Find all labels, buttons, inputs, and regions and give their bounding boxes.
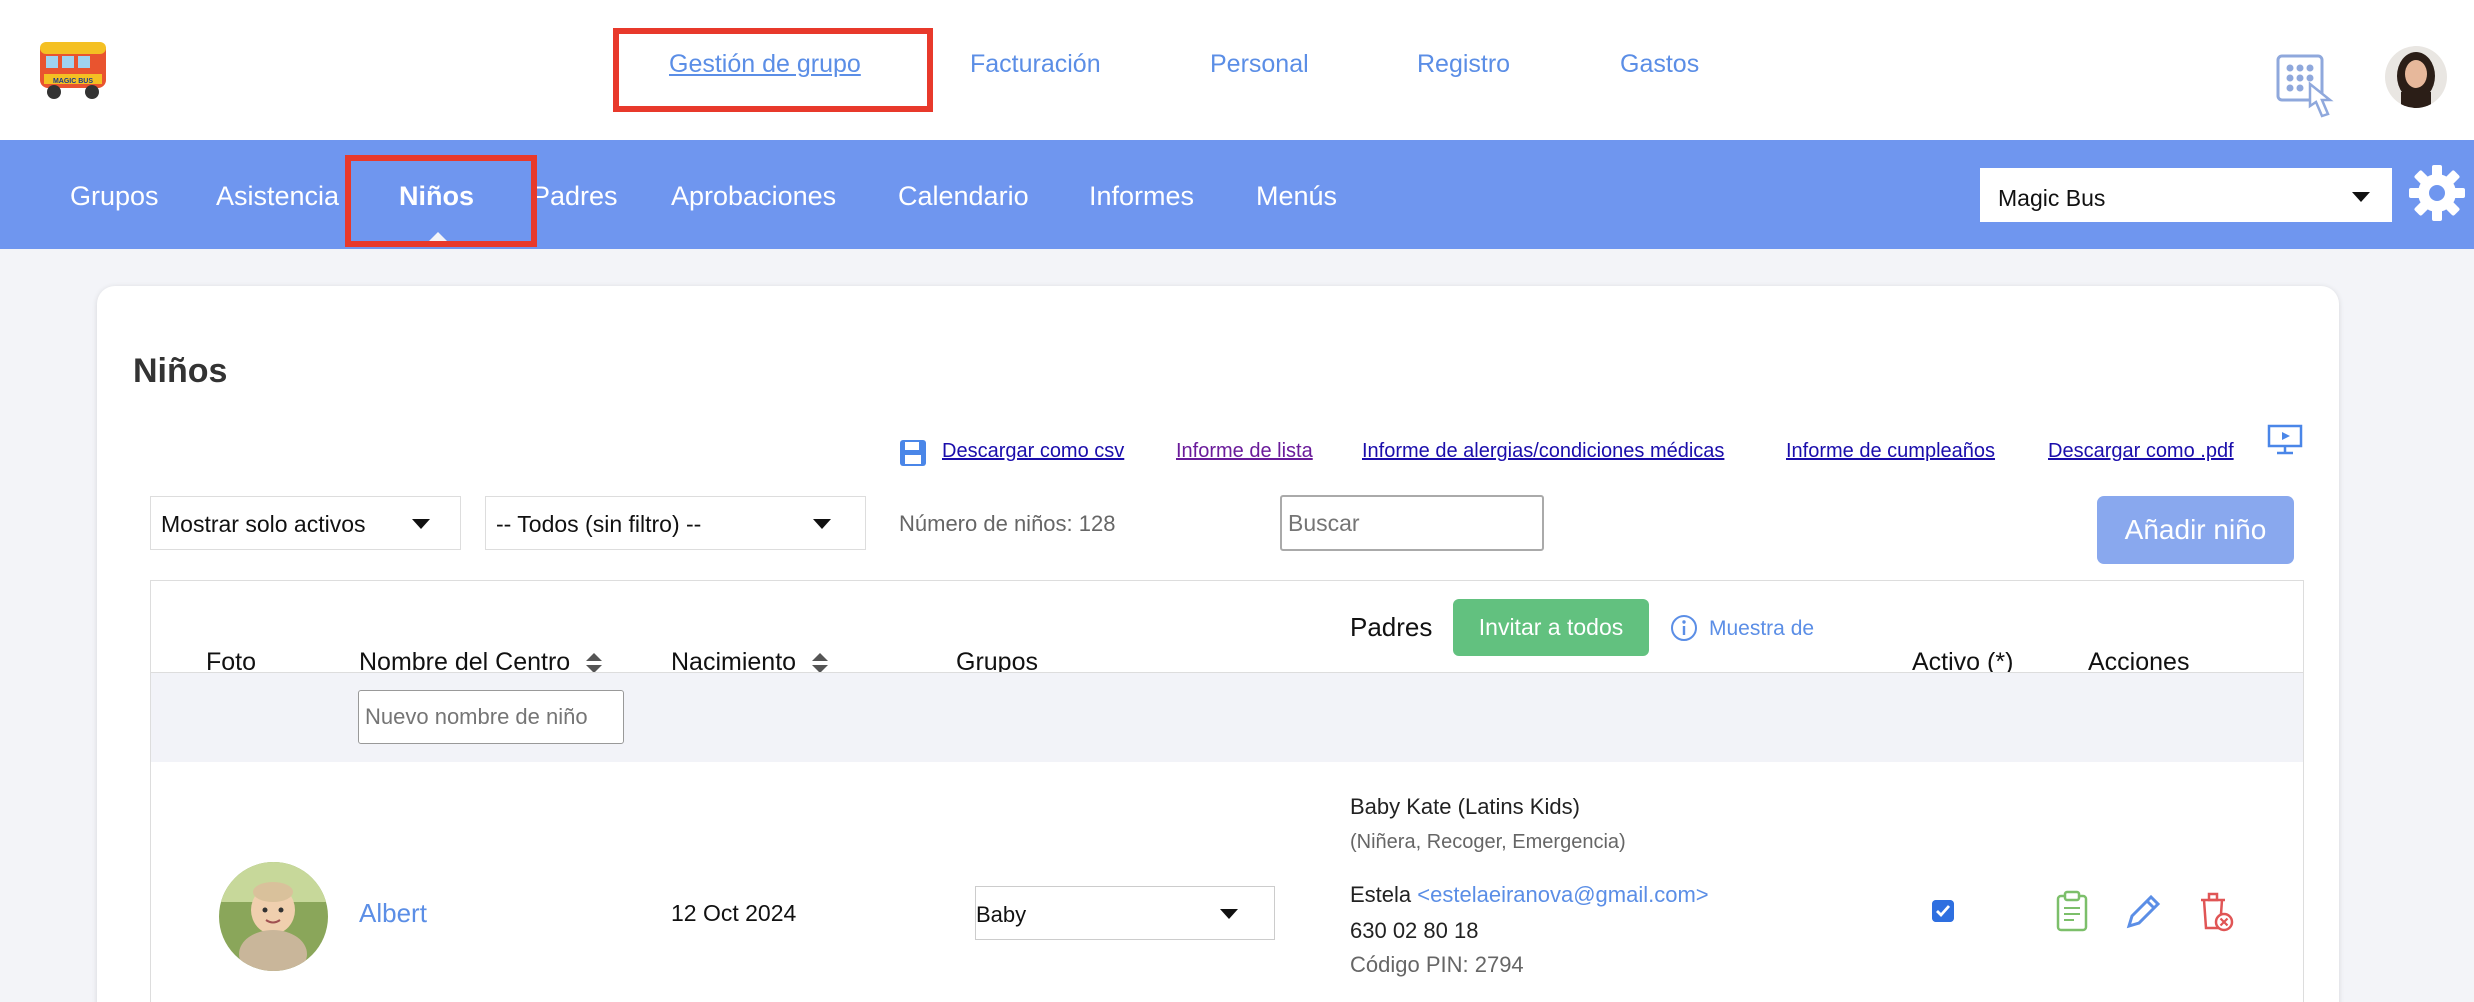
floppy-disk-icon[interactable] bbox=[898, 438, 928, 468]
contact-2-line: Estela <estelaeiranova@gmail.com> bbox=[1350, 882, 1709, 908]
column-header-padres: Padres bbox=[1350, 612, 1433, 642]
child-group-select[interactable]: Baby bbox=[975, 886, 1275, 940]
invite-all-button[interactable]: Invitar a todos bbox=[1453, 599, 1649, 656]
contact-2-email-link[interactable]: <estelaeiranova@gmail.com> bbox=[1417, 882, 1708, 907]
edit-pencil-icon[interactable] bbox=[2123, 890, 2163, 934]
active-checkbox[interactable] bbox=[1932, 900, 1954, 922]
search-input[interactable] bbox=[1280, 495, 1544, 551]
highlight-box-tab bbox=[345, 155, 537, 247]
chevron-down-icon bbox=[1220, 909, 1238, 919]
nav-registro[interactable]: Registro bbox=[1417, 50, 1510, 79]
list-report-link[interactable]: Informe de lista bbox=[1176, 440, 1313, 463]
gear-icon[interactable] bbox=[2407, 163, 2467, 223]
status-filter-value: Mostrar solo activos bbox=[161, 511, 366, 537]
svg-text:MAGIC BUS: MAGIC BUS bbox=[53, 78, 93, 85]
allergies-report-link[interactable]: Informe de alergias/condiciones médicas bbox=[1362, 440, 1724, 463]
nav-facturacion[interactable]: Facturación bbox=[970, 50, 1101, 79]
status-filter-select[interactable]: Mostrar solo activos bbox=[150, 496, 461, 550]
user-avatar[interactable] bbox=[2385, 46, 2447, 108]
contact-1-roles: (Niñera, Recoger, Emergencia) bbox=[1350, 831, 1626, 853]
chevron-down-icon bbox=[813, 519, 831, 529]
download-csv-link[interactable]: Descargar como csv bbox=[942, 440, 1124, 463]
delete-trash-icon[interactable] bbox=[2195, 890, 2235, 934]
center-select-value: Magic Bus bbox=[1998, 185, 2106, 211]
download-pdf-link[interactable]: Descargar como .pdf bbox=[2048, 440, 2234, 463]
child-birthdate: 12 Oct 2024 bbox=[671, 900, 797, 926]
children-count: Número de niños: 128 bbox=[899, 511, 1116, 536]
group-filter-value: -- Todos (sin filtro) -- bbox=[496, 511, 702, 537]
child-name-link[interactable]: Albert bbox=[359, 898, 427, 929]
clipboard-icon[interactable] bbox=[2052, 890, 2092, 934]
nav-personal[interactable]: Personal bbox=[1210, 50, 1309, 79]
contact-2-phone: 630 02 80 18 bbox=[1350, 918, 1479, 943]
nav-gastos[interactable]: Gastos bbox=[1620, 50, 1699, 79]
contact-2-name: Estela bbox=[1350, 882, 1412, 907]
chevron-down-icon bbox=[2352, 192, 2370, 202]
tab-asistencia[interactable]: Asistencia bbox=[216, 181, 339, 212]
presentation-screen-icon[interactable] bbox=[2267, 424, 2303, 456]
add-child-button[interactable]: Añadir niño bbox=[2097, 496, 2294, 564]
keypad-touch-icon[interactable] bbox=[2276, 54, 2336, 120]
contact-2-pin: Código PIN: 2794 bbox=[1350, 952, 1524, 977]
top-header: MAGIC BUS Gestión de grupo Facturación P… bbox=[0, 0, 2474, 140]
tab-calendario[interactable]: Calendario bbox=[898, 181, 1029, 212]
tab-informes[interactable]: Informes bbox=[1089, 181, 1194, 212]
center-select[interactable]: Magic Bus bbox=[1980, 168, 2392, 222]
tab-aprobaciones[interactable]: Aprobaciones bbox=[671, 181, 836, 212]
birthday-report-link[interactable]: Informe de cumpleaños bbox=[1786, 440, 1995, 463]
magic-bus-logo[interactable]: MAGIC BUS bbox=[38, 34, 110, 102]
highlight-box-nav bbox=[613, 28, 933, 112]
tab-grupos[interactable]: Grupos bbox=[70, 181, 159, 212]
new-child-name-input[interactable] bbox=[358, 690, 624, 744]
tab-menus[interactable]: Menús bbox=[1256, 181, 1337, 212]
contact-1-name: Baby Kate (Latins Kids) bbox=[1350, 794, 1580, 819]
info-icon[interactable] bbox=[1670, 614, 1698, 642]
tab-padres[interactable]: Padres bbox=[532, 181, 618, 212]
chevron-down-icon bbox=[412, 519, 430, 529]
group-filter-select[interactable]: -- Todos (sin filtro) -- bbox=[485, 496, 866, 550]
child-group-value: Baby bbox=[976, 902, 1027, 927]
page-title: Niños bbox=[133, 352, 228, 390]
child-photo[interactable] bbox=[219, 862, 328, 971]
sample-link[interactable]: Muestra de bbox=[1709, 617, 1814, 641]
